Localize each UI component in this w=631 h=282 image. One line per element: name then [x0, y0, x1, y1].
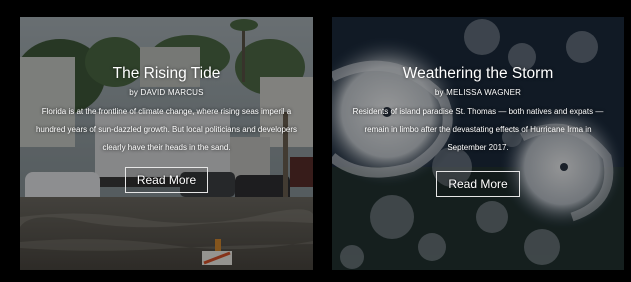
card-content: The Rising Tide by DAVID MARCUS Florida … — [20, 65, 313, 193]
card-blurb: Residents of island paradise St. Thomas … — [352, 107, 604, 152]
story-card-weathering-storm[interactable]: Weathering the Storm by MELISSA WAGNER R… — [332, 17, 624, 270]
card-title[interactable]: Weathering the Storm — [346, 65, 610, 83]
card-byline: by MELISSA WAGNER — [434, 88, 522, 97]
card-title[interactable]: The Rising Tide — [34, 65, 299, 83]
story-card-rising-tide[interactable]: The Rising Tide by DAVID MARCUS Florida … — [20, 17, 313, 270]
card-byline: by DAVID MARCUS — [129, 88, 204, 97]
read-more-button[interactable]: Read More — [436, 171, 520, 197]
card-content: Weathering the Storm by MELISSA WAGNER R… — [332, 65, 624, 197]
read-more-button[interactable]: Read More — [124, 167, 209, 193]
card-blurb: Florida is at the frontline of climate c… — [35, 107, 298, 152]
